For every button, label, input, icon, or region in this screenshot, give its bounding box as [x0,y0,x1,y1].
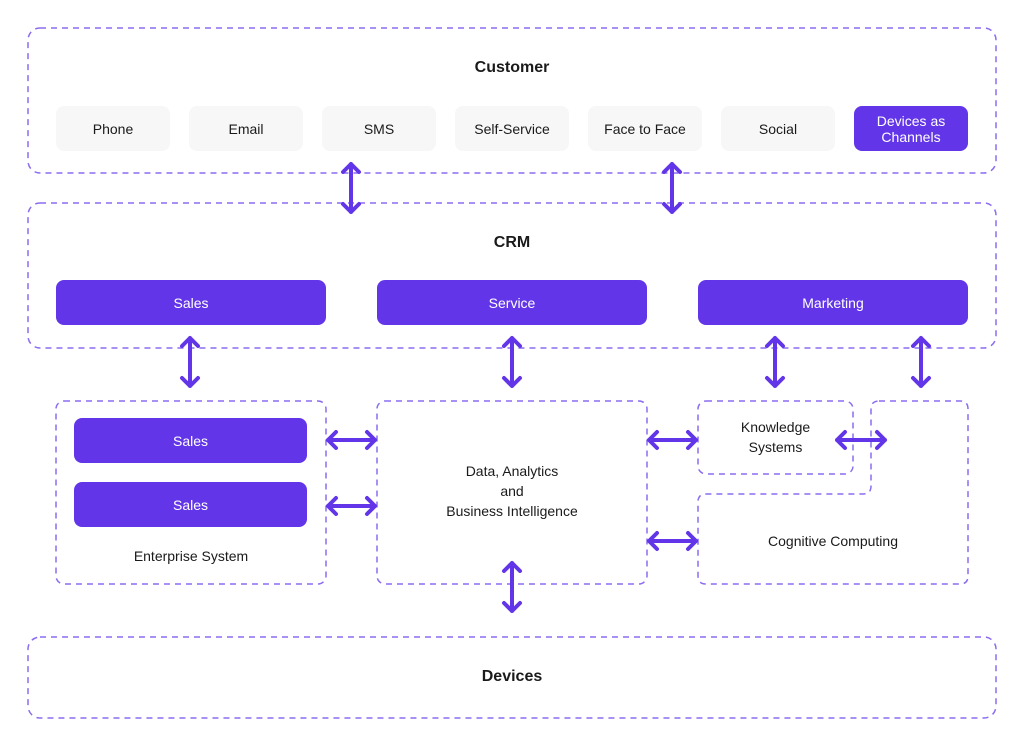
bidirectional-arrow-icon [662,162,682,214]
bidirectional-arrow-icon [765,336,785,388]
channel-self-service[interactable]: Self-Service [455,106,569,151]
enterprise-title: Enterprise System [133,548,249,564]
enterprise-sales-1[interactable]: Sales [74,418,307,463]
crm-architecture-diagram: Customer Phone Email SMS Self-Service Fa… [0,0,1024,746]
crm-container [27,202,997,349]
data-analytics-line-2: and [500,483,524,499]
cognitive-title: Cognitive Computing [768,533,898,549]
crm-service[interactable]: Service [377,280,647,325]
bidirectional-arrow-icon [647,531,698,551]
bidirectional-arrow-icon [647,430,698,450]
bidirectional-arrow-icon [911,336,931,388]
bidirectional-arrow-icon [326,496,377,516]
channel-social[interactable]: Social [721,106,835,151]
crm-title: CRM [493,234,531,251]
channel-email[interactable]: Email [189,106,303,151]
channel-sms[interactable]: SMS [322,106,436,151]
knowledge-line-1: Knowledge [740,419,811,435]
customer-title: Customer [474,59,550,76]
enterprise-sales-2[interactable]: Sales [74,482,307,527]
devices-title: Devices [481,668,543,685]
bidirectional-arrow-icon [502,336,522,388]
channel-devices[interactable]: Devices as Channels [854,106,968,151]
crm-sales[interactable]: Sales [56,280,326,325]
channel-phone[interactable]: Phone [56,106,170,151]
data-analytics-line-3: Business Intelligence [446,503,578,519]
data-analytics-line-1: Data, Analytics [465,463,559,479]
crm-marketing[interactable]: Marketing [698,280,968,325]
bidirectional-arrow-icon [502,561,522,613]
data-analytics-title: Data, Analytics and Business Intelligenc… [377,461,647,521]
bidirectional-arrow-icon [326,430,377,450]
channel-face-to-face[interactable]: Face to Face [588,106,702,151]
bidirectional-arrow-icon [341,162,361,214]
customer-container [27,27,997,174]
bidirectional-arrow-icon [180,336,200,388]
knowledge-title: Knowledge Systems [698,417,853,457]
knowledge-line-2: Systems [748,439,803,455]
